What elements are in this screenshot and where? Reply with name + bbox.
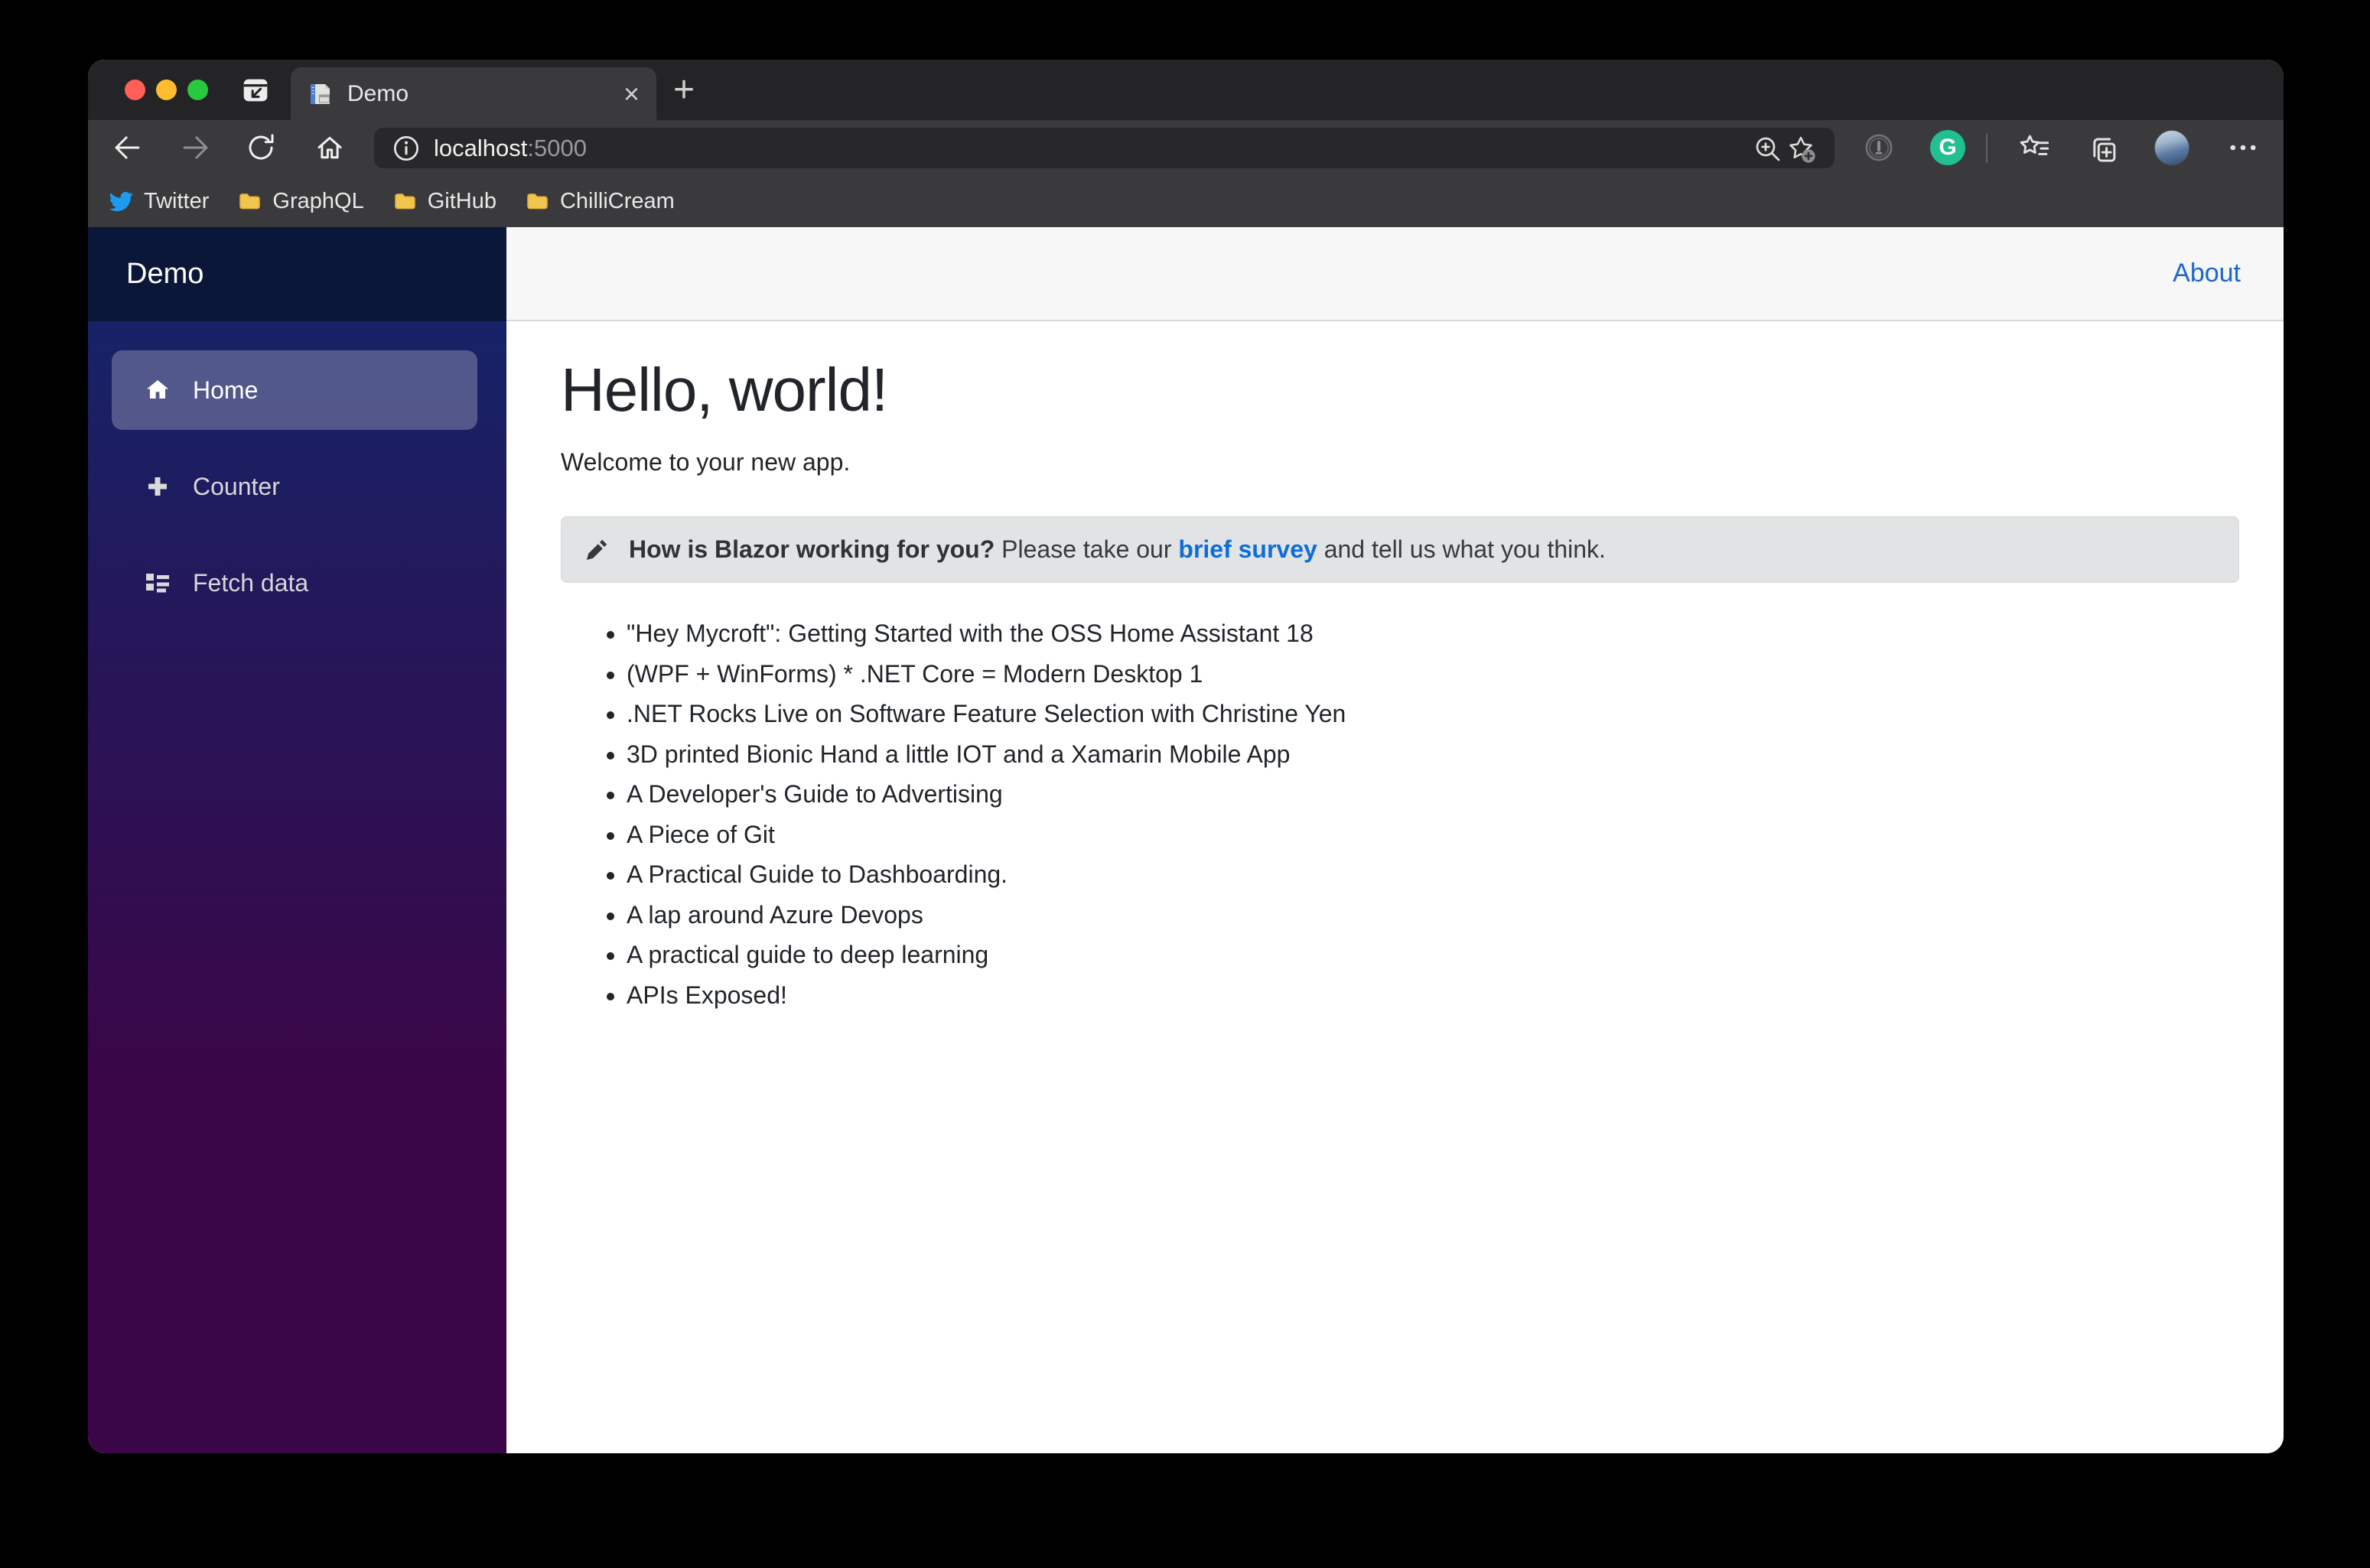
sidebar-nav: Home Counter Fetch data	[88, 321, 506, 639]
bookmark-folder-chillicream[interactable]: ChilliCream	[526, 189, 675, 214]
sidebar-item-counter[interactable]: Counter	[112, 447, 477, 526]
bookmark-label: Twitter	[144, 189, 210, 213]
site-info-icon[interactable]	[391, 133, 422, 164]
survey-alert: How is Blazor working for you? Please ta…	[561, 516, 2239, 583]
session-list-item: A Piece of Git	[627, 815, 2239, 855]
session-list-item: 3D printed Bionic Hand a little IOT and …	[627, 734, 2239, 775]
browser-tab[interactable]: Demo ×	[291, 67, 656, 120]
welcome-text: Welcome to your new app.	[561, 448, 851, 476]
zoom-window-button[interactable]	[187, 80, 208, 100]
forward-button[interactable]	[178, 130, 213, 165]
sidebar-item-home[interactable]: Home	[112, 350, 477, 430]
bookmark-label: GraphQL	[272, 189, 364, 213]
collections-button[interactable]	[2084, 130, 2119, 165]
grammarly-extension-button[interactable]: G	[1930, 130, 1965, 165]
sidebar-item-fetch-data[interactable]: Fetch data	[112, 543, 477, 623]
home-icon	[147, 380, 168, 399]
twitter-icon	[109, 191, 133, 212]
desktop-background: Demo × + localhost:5000 G Twitter Graph…	[0, 0, 2370, 1568]
url-port: :5000	[527, 134, 587, 161]
favorites-star-list-icon	[2020, 135, 2049, 155]
session-list-item: A practical guide to deep learning	[627, 935, 2239, 975]
grammarly-icon: G	[1930, 130, 1965, 165]
page-content: Hello, world! Welcome to your new app. H…	[506, 321, 2284, 1015]
folder-icon	[239, 194, 261, 210]
minimize-window-button[interactable]	[156, 80, 177, 100]
sidebar-item-label: Counter	[193, 472, 280, 500]
bookmark-twitter[interactable]: Twitter	[109, 189, 209, 214]
settings-menu-button[interactable]	[2225, 130, 2261, 165]
home-button[interactable]	[312, 130, 347, 165]
session-list-item: APIs Exposed!	[627, 975, 2239, 1016]
session-list-item: (WPF + WinForms) * .NET Core = Modern De…	[627, 654, 2239, 695]
collections-icon	[2093, 138, 2116, 162]
sidebar-item-label: Home	[193, 376, 259, 404]
vertical-tabs-button[interactable]	[236, 70, 275, 109]
star-plus-icon	[1789, 136, 1815, 163]
reload-button[interactable]	[243, 130, 278, 165]
extension-button[interactable]	[1861, 130, 1896, 165]
profile-button[interactable]	[2154, 130, 2189, 165]
vertical-tabs-icon	[243, 79, 268, 102]
reload-icon	[249, 134, 274, 160]
list-rich-icon	[146, 574, 169, 593]
top-row: About	[506, 227, 2284, 321]
close-window-button[interactable]	[125, 80, 145, 100]
back-button[interactable]	[109, 130, 145, 165]
url-host: localhost	[434, 134, 528, 161]
survey-before-link: Please take our	[995, 535, 1179, 563]
bookmarks-bar: Twitter GraphQL GitHub ChilliCream	[88, 176, 2284, 227]
session-list-item: .NET Rocks Live on Software Feature Sele…	[627, 694, 2239, 734]
main-area: About Hello, world! Welcome to your new …	[506, 227, 2284, 1453]
session-list-item: A Practical Guide to Dashboarding.	[627, 854, 2239, 895]
folder-icon	[527, 194, 548, 210]
survey-text: How is Blazor working for you? Please ta…	[629, 535, 1606, 564]
sidebar-item-label: Fetch data	[193, 568, 309, 597]
bookmark-folder-github[interactable]: GitHub	[393, 189, 496, 214]
survey-question: How is Blazor working for you?	[629, 535, 995, 563]
plus-icon	[148, 477, 167, 496]
page-title: Hello, world!	[561, 356, 888, 424]
session-list-item: A lap around Azure Devops	[627, 895, 2239, 935]
session-list-item: A Developer's Guide to Advertising	[627, 774, 2239, 815]
tab-favicon-icon	[311, 83, 330, 104]
bookmark-label: ChilliCream	[559, 189, 675, 213]
survey-after-link: and tell us what you think.	[1317, 535, 1606, 563]
titlebar: Demo × +	[88, 60, 2284, 120]
new-tab-button[interactable]: +	[665, 70, 703, 110]
about-link[interactable]: About	[2173, 259, 2241, 288]
brief-survey-link[interactable]: brief survey	[1178, 535, 1317, 563]
sidebar-header: Demo	[88, 227, 506, 321]
browser-toolbar: localhost:5000 G	[88, 120, 2284, 176]
home-icon	[317, 136, 342, 159]
back-icon	[115, 136, 140, 159]
favorites-button[interactable]	[2016, 130, 2051, 165]
pencil-icon	[587, 539, 607, 560]
sidebar: Demo Home Counter Fetch data	[88, 227, 506, 1453]
app-content: Demo Home Counter Fetch data About Hello…	[88, 227, 2284, 1453]
bookmark-folder-graphql[interactable]: GraphQL	[238, 189, 364, 214]
address-bar[interactable]: localhost:5000	[374, 128, 1834, 168]
session-list-item: "Hey Mycroft": Getting Started with the …	[627, 613, 2239, 654]
bookmark-label: GitHub	[427, 189, 496, 213]
zoom-page-button[interactable]	[1750, 132, 1784, 165]
tab-title: Demo	[347, 80, 409, 106]
ellipsis-icon	[2230, 145, 2256, 151]
session-list: "Hey Mycroft": Getting Started with the …	[561, 613, 2239, 1015]
app-brand: Demo	[126, 258, 204, 290]
add-favorite-button[interactable]	[1784, 132, 1818, 165]
toolbar-separator	[1986, 134, 1987, 163]
magnifier-icon	[1756, 137, 1780, 161]
window-controls	[125, 80, 208, 100]
dim-extension-icon	[1865, 134, 1893, 161]
profile-avatar	[2154, 130, 2189, 165]
close-tab-icon[interactable]: ×	[623, 80, 640, 108]
forward-icon	[183, 136, 208, 159]
folder-icon	[394, 194, 415, 210]
browser-window: Demo × + localhost:5000 G Twitter Graph…	[88, 60, 2284, 1453]
